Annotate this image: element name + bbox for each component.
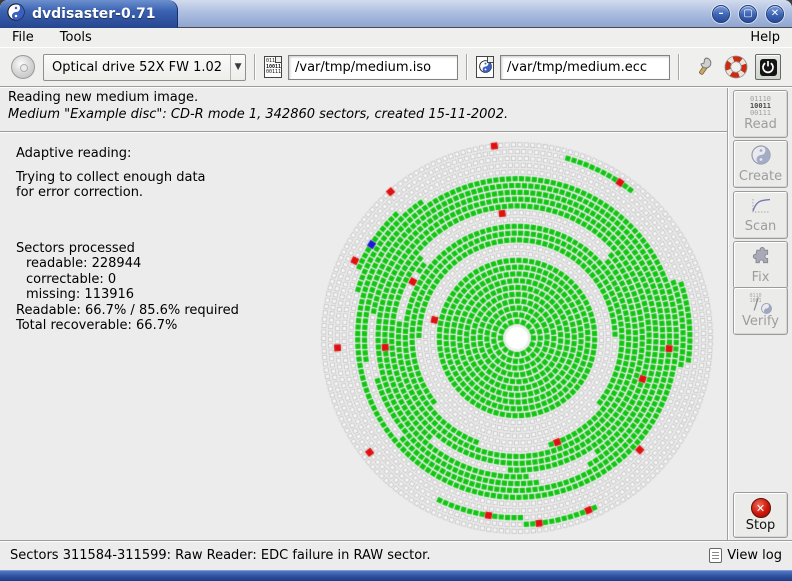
verify-compare-icon: 0110 1001 ∕ bbox=[750, 294, 772, 314]
title-tab: dvdisaster-0.71 bbox=[0, 0, 178, 28]
fix-puzzle-icon bbox=[751, 246, 771, 270]
preferences-wrench-icon[interactable] bbox=[691, 54, 717, 80]
sectors-correctable: correctable: 0 bbox=[16, 272, 239, 288]
panel-title: Adaptive reading: bbox=[16, 146, 239, 162]
status-header: Reading new medium image. Medium "Exampl… bbox=[8, 90, 722, 122]
medium-info-text: Medium "Example disc": CD-R mode 1, 3428… bbox=[8, 107, 722, 122]
total-recoverable: Total recoverable: 66.7% bbox=[16, 318, 239, 334]
scan-label: Scan bbox=[745, 219, 777, 234]
stop-button[interactable]: ✕ Stop bbox=[733, 492, 788, 538]
toolbar-separator bbox=[254, 54, 256, 80]
app-logo-yinyang-icon bbox=[7, 3, 25, 25]
quit-button[interactable] bbox=[755, 54, 781, 80]
toolbar-separator bbox=[466, 54, 468, 80]
read-icon: 01110 10011 00111 bbox=[750, 96, 771, 117]
sectors-missing: missing: 113916 bbox=[16, 287, 239, 303]
read-button[interactable]: 01110 10011 00111 Read bbox=[733, 90, 788, 138]
reading-info-panel: Adaptive reading: Trying to collect enou… bbox=[16, 146, 239, 334]
verify-button[interactable]: 0110 1001 ∕ Verify bbox=[733, 287, 788, 335]
separator bbox=[727, 88, 729, 540]
ecc-path-field[interactable] bbox=[500, 55, 670, 80]
minimize-button[interactable]: – bbox=[712, 5, 730, 23]
read-label: Read bbox=[744, 117, 777, 132]
separator bbox=[0, 86, 792, 88]
view-log-label: View log bbox=[727, 548, 782, 563]
status-message: Sectors 311584-311599: Raw Reader: EDC f… bbox=[10, 548, 430, 563]
action-sidebar: 01110 10011 00111 Read Create bbox=[730, 88, 792, 540]
stop-icon: ✕ bbox=[751, 498, 771, 518]
readable-percentage: Readable: 66.7% / 85.6% required bbox=[16, 303, 239, 319]
create-label: Create bbox=[739, 169, 782, 184]
menu-file[interactable]: File bbox=[10, 29, 36, 46]
status-bar: Sectors 311584-311599: Raw Reader: EDC f… bbox=[0, 540, 792, 570]
close-button[interactable]: ✕ bbox=[766, 5, 784, 23]
window-title: dvdisaster-0.71 bbox=[32, 6, 156, 22]
toolbar-separator bbox=[678, 54, 680, 80]
iso-path-field[interactable] bbox=[288, 55, 458, 80]
create-yinyang-icon bbox=[751, 145, 771, 169]
sectors-readable: readable: 228944 bbox=[16, 256, 239, 272]
scan-button[interactable]: Scan bbox=[733, 191, 788, 239]
separator bbox=[0, 131, 728, 133]
optical-drive-icon bbox=[11, 55, 35, 79]
image-file-icon: 011 10011 00111 bbox=[264, 56, 282, 78]
menu-tools[interactable]: Tools bbox=[58, 29, 94, 46]
toolbar: Optical drive 52X FW 1.02 ▼ 011 10011 00… bbox=[0, 48, 792, 86]
stop-label: Stop bbox=[746, 518, 776, 533]
maximize-button[interactable]: ▢ bbox=[739, 5, 757, 23]
menu-bar: File Tools Help bbox=[0, 28, 792, 48]
sectors-title: Sectors processed bbox=[16, 241, 239, 257]
window-bottom-edge bbox=[0, 570, 792, 581]
doc-row: 00111 bbox=[266, 70, 280, 76]
panel-desc: for error correction. bbox=[16, 185, 239, 201]
create-button[interactable]: Create bbox=[733, 140, 788, 188]
ecc-file-icon bbox=[476, 56, 494, 78]
view-log-button[interactable]: View log bbox=[709, 548, 782, 563]
title-bar[interactable]: dvdisaster-0.71 – ▢ ✕ bbox=[0, 0, 792, 28]
action-status-text: Reading new medium image. bbox=[8, 90, 722, 105]
verify-label: Verify bbox=[742, 314, 779, 329]
app-window: dvdisaster-0.71 – ▢ ✕ File Tools Help Op… bbox=[0, 0, 792, 581]
help-lifebuoy-icon[interactable] bbox=[723, 54, 749, 80]
drive-selector-value: Optical drive 52X FW 1.02 bbox=[44, 60, 230, 75]
panel-desc: Trying to collect enough data bbox=[16, 170, 239, 186]
log-list-icon bbox=[709, 548, 722, 563]
scan-curve-icon bbox=[750, 197, 772, 219]
chevron-down-icon: ▼ bbox=[230, 55, 245, 80]
fix-button[interactable]: Fix bbox=[733, 241, 788, 289]
main-content: Adaptive reading: Trying to collect enou… bbox=[0, 134, 728, 540]
power-icon bbox=[760, 59, 777, 76]
menu-help[interactable]: Help bbox=[748, 29, 782, 46]
drive-selector[interactable]: Optical drive 52X FW 1.02 ▼ bbox=[43, 54, 246, 81]
fix-label: Fix bbox=[752, 270, 770, 285]
